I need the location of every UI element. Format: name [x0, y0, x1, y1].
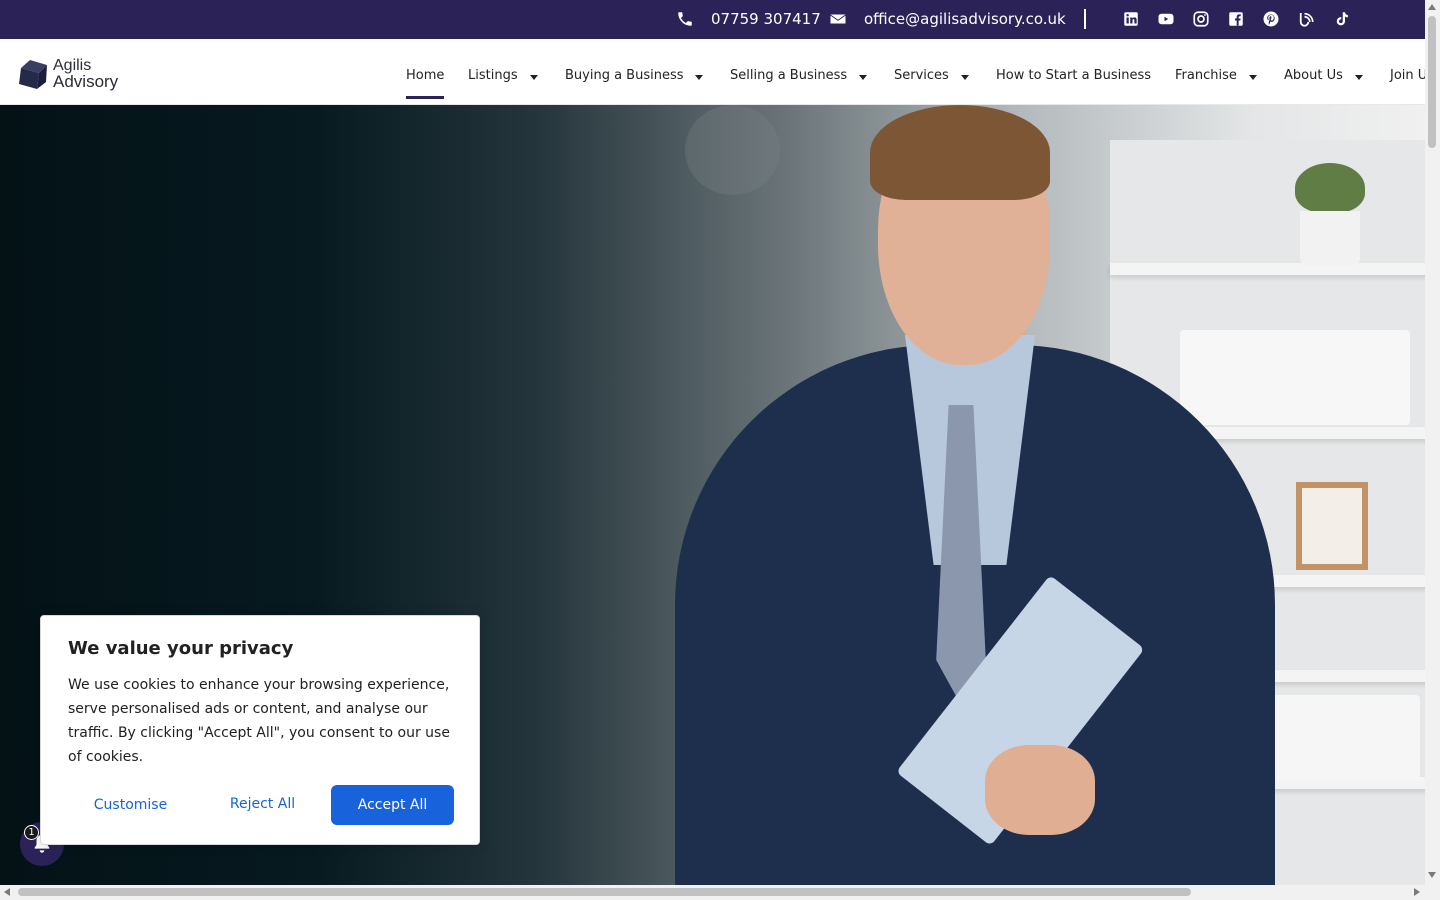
reject-all-button[interactable]: Reject All — [200, 785, 325, 825]
nav-about-us[interactable]: About Us — [1284, 67, 1343, 85]
youtube-icon[interactable] — [1157, 9, 1175, 29]
shelf — [1110, 263, 1425, 275]
customise-button[interactable]: Customise — [68, 785, 193, 825]
cookie-consent-dialog: We value your privacy We use cookies to … — [40, 615, 480, 845]
wall-clock — [685, 105, 780, 195]
binders — [1260, 695, 1420, 780]
cookie-description: We use cookies to enhance your browsing … — [68, 677, 450, 765]
topbar-divider — [1084, 9, 1086, 29]
person-hand — [985, 745, 1095, 835]
chevron-down-icon[interactable] — [1355, 75, 1363, 80]
person-hair — [870, 105, 1050, 200]
instagram-icon[interactable] — [1192, 9, 1210, 29]
phone-number[interactable]: 07759 307417 — [711, 10, 821, 28]
nav-join-us[interactable]: Join U — [1390, 67, 1425, 85]
binders — [1180, 330, 1410, 425]
top-contact-bar: 07759 307417 office@agilisadvisory.co.uk — [0, 0, 1425, 39]
chevron-down-icon[interactable] — [961, 75, 969, 80]
nav-listings[interactable]: Listings — [468, 67, 518, 85]
blog-icon[interactable] — [1297, 9, 1315, 29]
nav-how-to-start-a-business[interactable]: How to Start a Business — [996, 67, 1151, 85]
email-address[interactable]: office@agilisadvisory.co.uk — [864, 10, 1066, 28]
phone-icon — [678, 12, 692, 26]
linkedin-icon[interactable] — [1122, 9, 1140, 29]
scroll-left-arrow-icon[interactable] — [4, 888, 10, 896]
nav-services[interactable]: Services — [894, 67, 949, 85]
facebook-icon[interactable] — [1227, 9, 1245, 29]
notification-count-badge: 1 — [24, 825, 39, 840]
pinterest-icon[interactable] — [1262, 9, 1280, 29]
picture-frame — [1296, 482, 1368, 570]
chevron-down-icon[interactable] — [530, 75, 538, 80]
nav-selling-a-business[interactable]: Selling a Business — [730, 67, 847, 85]
plant-pot — [1300, 211, 1360, 266]
tiktok-icon[interactable] — [1333, 9, 1351, 29]
scroll-right-arrow-icon[interactable] — [1414, 888, 1420, 896]
nav-home[interactable]: Home — [406, 67, 444, 85]
nav-buying-a-business[interactable]: Buying a Business — [565, 67, 684, 85]
cube-logo-icon — [19, 60, 47, 89]
nav-active-indicator — [406, 96, 444, 99]
chevron-down-icon[interactable] — [859, 75, 867, 80]
chevron-down-icon[interactable] — [1249, 75, 1257, 80]
nav-franchise[interactable]: Franchise — [1175, 67, 1237, 85]
scroll-down-arrow-icon[interactable] — [1428, 872, 1436, 878]
plant — [1295, 163, 1365, 213]
cookie-title: We value your privacy — [68, 638, 294, 659]
horizontal-scroll-thumb[interactable] — [18, 888, 1191, 896]
site-header: Agilis Advisory Home Listings Buying a B… — [0, 39, 1425, 105]
vertical-scroll-thumb[interactable] — [1428, 16, 1436, 148]
logo-line-2: Advisory — [53, 72, 119, 91]
accept-all-button[interactable]: Accept All — [331, 785, 454, 825]
chevron-down-icon[interactable] — [695, 75, 703, 80]
agilis-advisory-logo[interactable]: Agilis Advisory — [17, 56, 127, 92]
envelope-icon — [830, 14, 846, 24]
scroll-up-arrow-icon[interactable] — [1428, 4, 1436, 10]
